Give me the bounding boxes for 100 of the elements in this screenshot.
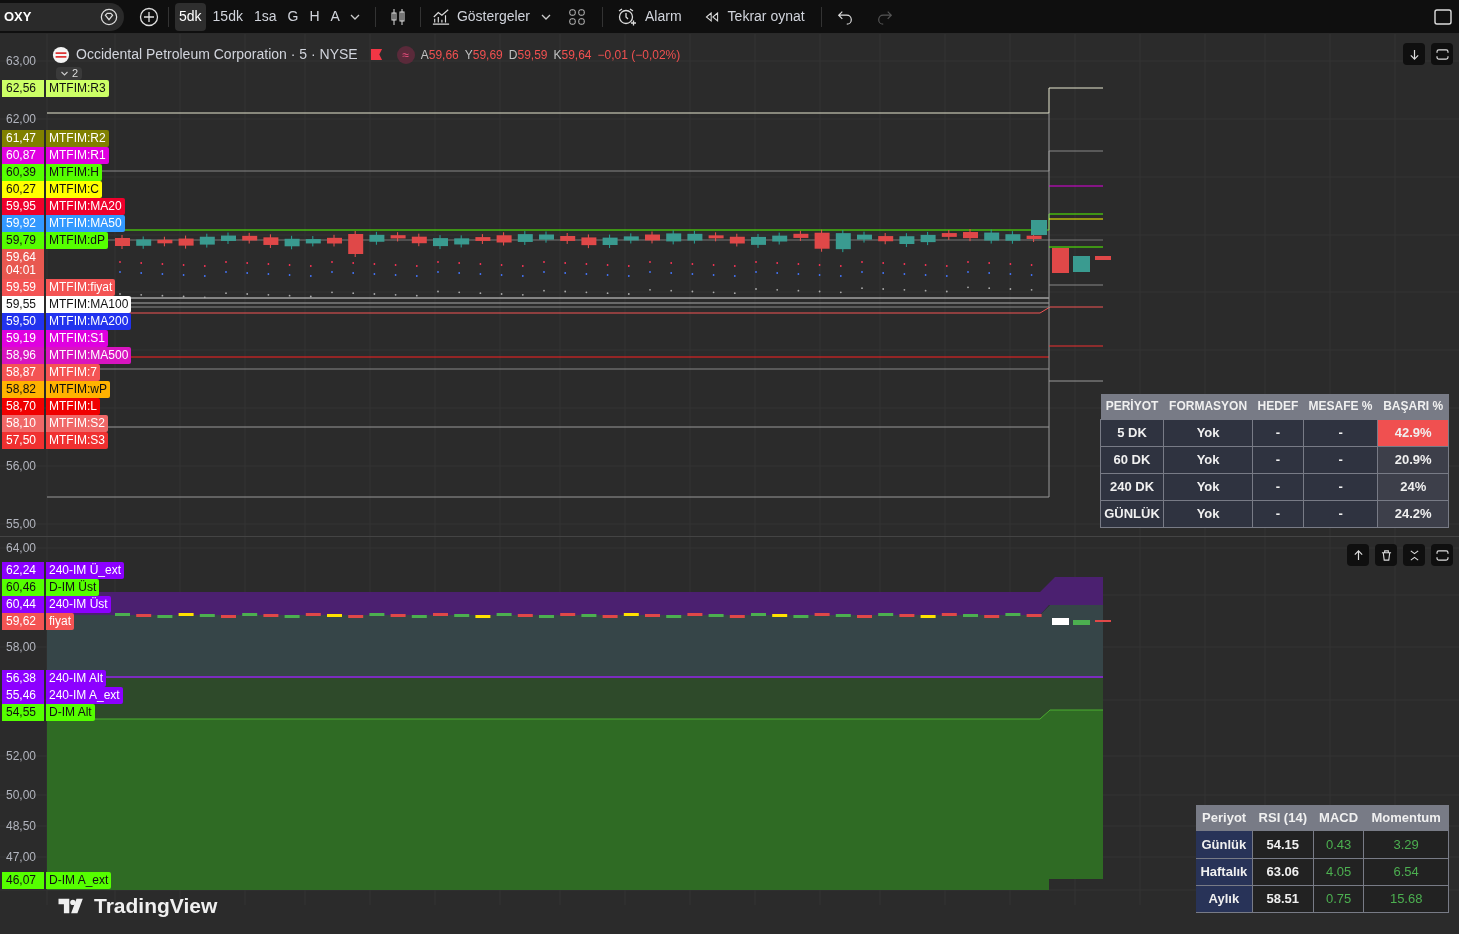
candle <box>920 231 936 246</box>
interval-tab[interactable]: H <box>305 2 324 31</box>
interval-tab[interactable]: 15dk <box>208 2 247 31</box>
level-line <box>1048 345 1104 347</box>
candle <box>517 230 533 246</box>
indicator-label: MTFIM:MA500 <box>46 347 132 364</box>
indicator-label: 240-IM Ü_ext <box>46 562 125 579</box>
indicator-label: MTFIM:C <box>46 181 102 198</box>
collapse-indicators-button[interactable]: 2 <box>56 67 83 80</box>
table-cell: Günlük <box>1196 831 1253 858</box>
candle <box>1031 220 1047 235</box>
candle <box>687 230 703 245</box>
column-header: RSI (14) <box>1252 805 1314 831</box>
interval-tab[interactable]: A <box>326 2 344 31</box>
candle <box>560 232 576 245</box>
price-tag: 59,92 <box>2 215 44 232</box>
candle <box>623 232 639 244</box>
price-tag: 60,87 <box>2 147 44 164</box>
candle <box>327 234 342 247</box>
table-cell: Aylık <box>1196 885 1253 912</box>
table-cell: Yok <box>1163 446 1253 473</box>
symbol-search-field[interactable]: OXY <box>0 2 124 31</box>
price-tag: 59,59 <box>2 279 44 296</box>
table-cell: Haftalık <box>1196 858 1253 885</box>
candle <box>221 232 236 245</box>
table-cell: 54.15 <box>1252 831 1314 858</box>
indicator-badge[interactable]: ≈ <box>396 45 415 64</box>
indicator-label: MTFIM:S1 <box>46 330 108 347</box>
table-cell: 60 DK <box>1100 446 1164 473</box>
level-line <box>1048 284 1104 286</box>
price-tag: 58,70 <box>2 398 44 415</box>
candle <box>751 233 766 249</box>
candle <box>899 232 915 248</box>
chart-line-icon <box>430 7 451 26</box>
price-axis-label: 63,00 <box>6 54 37 68</box>
price-tag: 59,79 <box>2 232 44 249</box>
indicator-label: MTFIM:MA20 <box>46 198 125 215</box>
column-header: MACD <box>1313 805 1364 831</box>
indicator-label: MTFIM:R1 <box>46 147 109 164</box>
plus-circle-icon <box>139 6 159 27</box>
ohlc-value: A59,66 <box>420 46 459 64</box>
candle <box>199 233 215 249</box>
price-tag: 58,82 <box>2 381 44 398</box>
maximize-pane-button[interactable] <box>1431 544 1453 566</box>
candle <box>814 229 830 253</box>
countdown: 04:01 <box>6 264 38 277</box>
candle <box>1052 248 1069 273</box>
fullscreen-icon[interactable] <box>1433 6 1453 27</box>
delete-pane-button[interactable] <box>1375 544 1397 566</box>
collapse-pane-button[interactable] <box>1403 544 1425 566</box>
price-axis-label: 64,00 <box>6 541 37 555</box>
table-cell: 24.2% <box>1377 500 1449 527</box>
interval-tab[interactable]: 5dk <box>175 2 206 31</box>
interval-tab[interactable]: 1sa <box>249 2 281 31</box>
indicators-button[interactable]: Göstergeler <box>426 2 535 31</box>
column-header: Periyot <box>1196 805 1253 831</box>
candle <box>793 230 809 242</box>
price-change: −0,01 (−0,02%) <box>597 46 681 64</box>
table-cell: 6.54 <box>1363 858 1449 885</box>
alarm-clock-icon <box>617 6 638 27</box>
column-header: PERİYOT <box>1100 394 1164 419</box>
price-tag: 60,39 <box>2 164 44 181</box>
candle <box>348 230 364 258</box>
layout-grid-icon[interactable] <box>568 7 587 26</box>
move-down-button[interactable] <box>1403 43 1425 65</box>
price-axis-label: 55,00 <box>6 517 37 531</box>
price-tag: 59,95 <box>2 198 44 215</box>
price-tag: 61,47 <box>2 130 44 147</box>
move-up-button[interactable] <box>1347 544 1369 566</box>
level-line <box>1048 185 1104 187</box>
indicator-label: 240-IM A_ext <box>46 687 123 704</box>
candle <box>1095 256 1111 260</box>
candle <box>963 228 978 242</box>
candle <box>263 233 279 249</box>
candle <box>878 232 894 245</box>
maximize-pane-button[interactable] <box>1431 43 1453 65</box>
indicator-label: MTFIM:MA50 <box>46 215 125 232</box>
symbol-text: OXY <box>4 7 32 26</box>
alarm-button[interactable]: Alarm <box>613 2 686 31</box>
price-tag: 59,62 <box>2 613 44 630</box>
table-cell: 24% <box>1377 473 1449 500</box>
price-tag: 55,46 <box>2 687 44 704</box>
maximize-icon <box>1435 549 1449 561</box>
interval-tab[interactable]: G <box>283 2 303 31</box>
ohlc-value: D59,59 <box>508 46 548 64</box>
trash-icon <box>1380 549 1392 561</box>
indicator-label: MTFIM:dP <box>46 232 108 249</box>
replay-button[interactable]: Tekrar oynat <box>699 2 809 31</box>
indicator-label: MTFIM:MA200 <box>46 313 132 330</box>
candle <box>1073 256 1090 272</box>
column-header: Momentum <box>1363 805 1449 831</box>
table-cell: 15.68 <box>1363 885 1449 912</box>
price-tag: 60,44 <box>2 596 44 613</box>
table-cell: 240 DK <box>1100 473 1164 500</box>
maximize-icon <box>1435 48 1449 60</box>
candle <box>1005 230 1021 245</box>
flag-icon[interactable] <box>369 48 383 61</box>
price-tag: 46,07 <box>2 872 44 889</box>
indicator-label: 240-IM Alt <box>46 670 107 687</box>
table-cell: - <box>1252 419 1304 446</box>
